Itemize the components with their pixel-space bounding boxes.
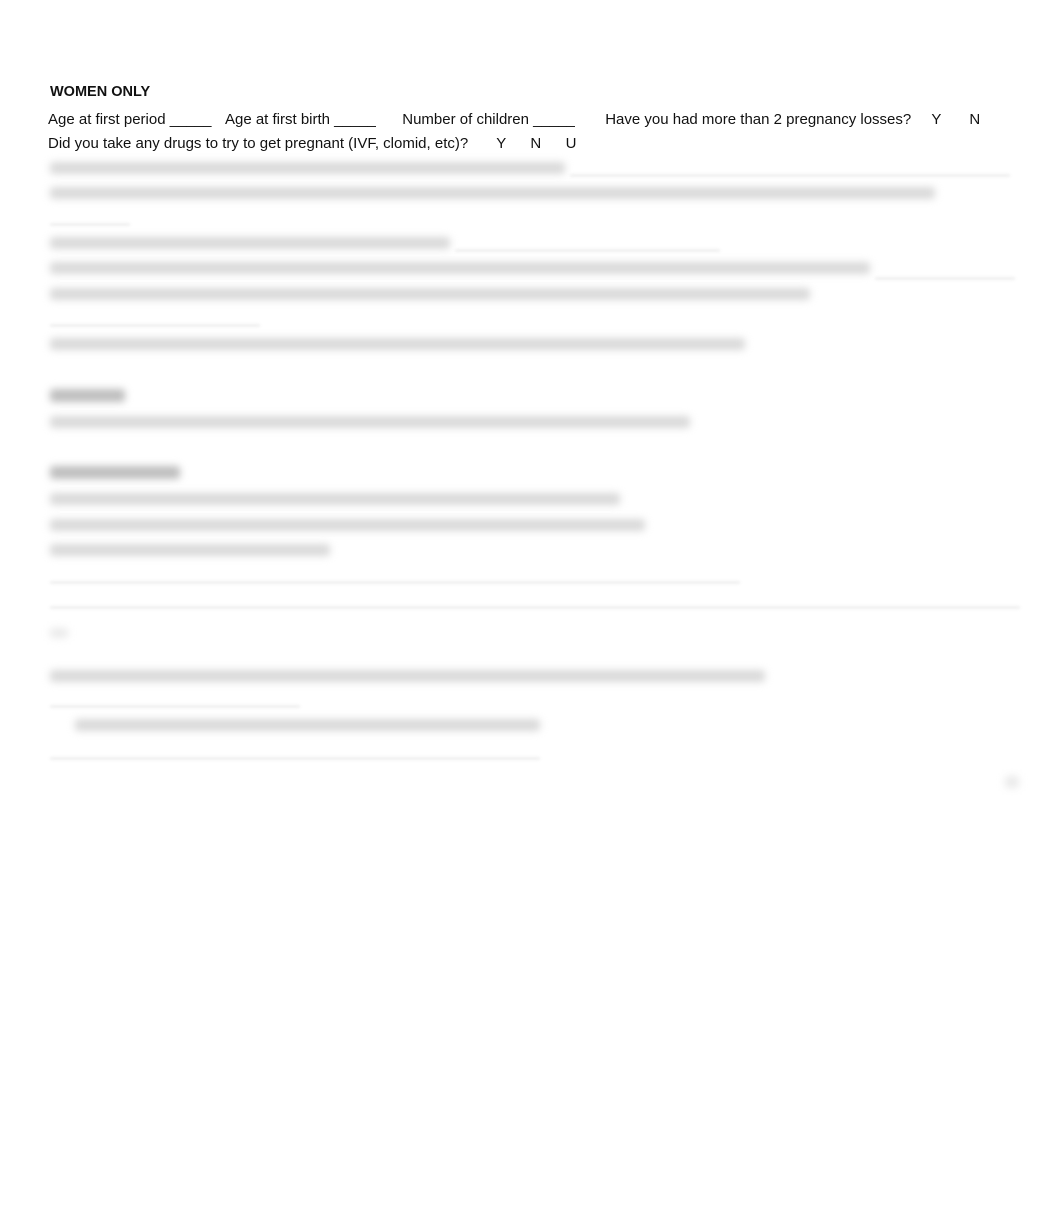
question-fertility-drugs: Did you take any drugs to try to get pre… — [48, 135, 469, 152]
blurred-text-line — [50, 493, 620, 505]
question-age-first-birth: Age at first birth _____ — [224, 111, 376, 128]
blurred-answer-line — [50, 224, 130, 225]
blurred-text-line — [50, 519, 645, 531]
option-yes[interactable]: Y — [496, 135, 506, 152]
question-age-first-period: Age at first period _____ — [48, 111, 212, 128]
blurred-text-line — [50, 187, 935, 199]
blurred-text-line — [75, 719, 540, 731]
blurred-text-line — [50, 338, 745, 350]
blurred-text-line — [50, 628, 68, 638]
option-no[interactable]: N — [969, 111, 980, 128]
blurred-answer-line — [570, 175, 1010, 176]
blurred-text-line — [50, 262, 870, 274]
document-page: WOMEN ONLY Age at first period _____ Age… — [0, 0, 1062, 1217]
question-row-2: Did you take any drugs to try to get pre… — [48, 135, 576, 152]
blurred-section-heading — [50, 466, 180, 479]
blurred-section-heading — [50, 389, 125, 402]
blurred-text-line — [50, 544, 330, 556]
blurred-answer-line — [455, 250, 720, 251]
question-pregnancy-losses: Have you had more than 2 pregnancy losse… — [605, 111, 912, 128]
blurred-answer-line — [50, 706, 300, 707]
blurred-text-line — [50, 162, 565, 174]
option-no[interactable]: N — [530, 135, 541, 152]
question-number-children: Number of children _____ — [402, 111, 575, 128]
section-heading-women-only: WOMEN ONLY — [50, 84, 151, 100]
blurred-answer-line — [50, 607, 1020, 608]
blurred-text-line — [50, 237, 450, 249]
blurred-answer-line — [875, 278, 1015, 279]
blurred-page-number — [1005, 776, 1019, 788]
option-yes[interactable]: Y — [931, 111, 941, 128]
option-unknown[interactable]: U — [566, 135, 577, 152]
blurred-text-line — [50, 288, 810, 300]
question-row-1: Age at first period _____ Age at first b… — [48, 111, 980, 128]
blurred-answer-line — [50, 325, 260, 326]
blurred-answer-line — [50, 758, 540, 759]
blurred-text-line — [50, 416, 690, 428]
blurred-answer-line — [50, 582, 740, 583]
blurred-text-line — [50, 670, 765, 682]
